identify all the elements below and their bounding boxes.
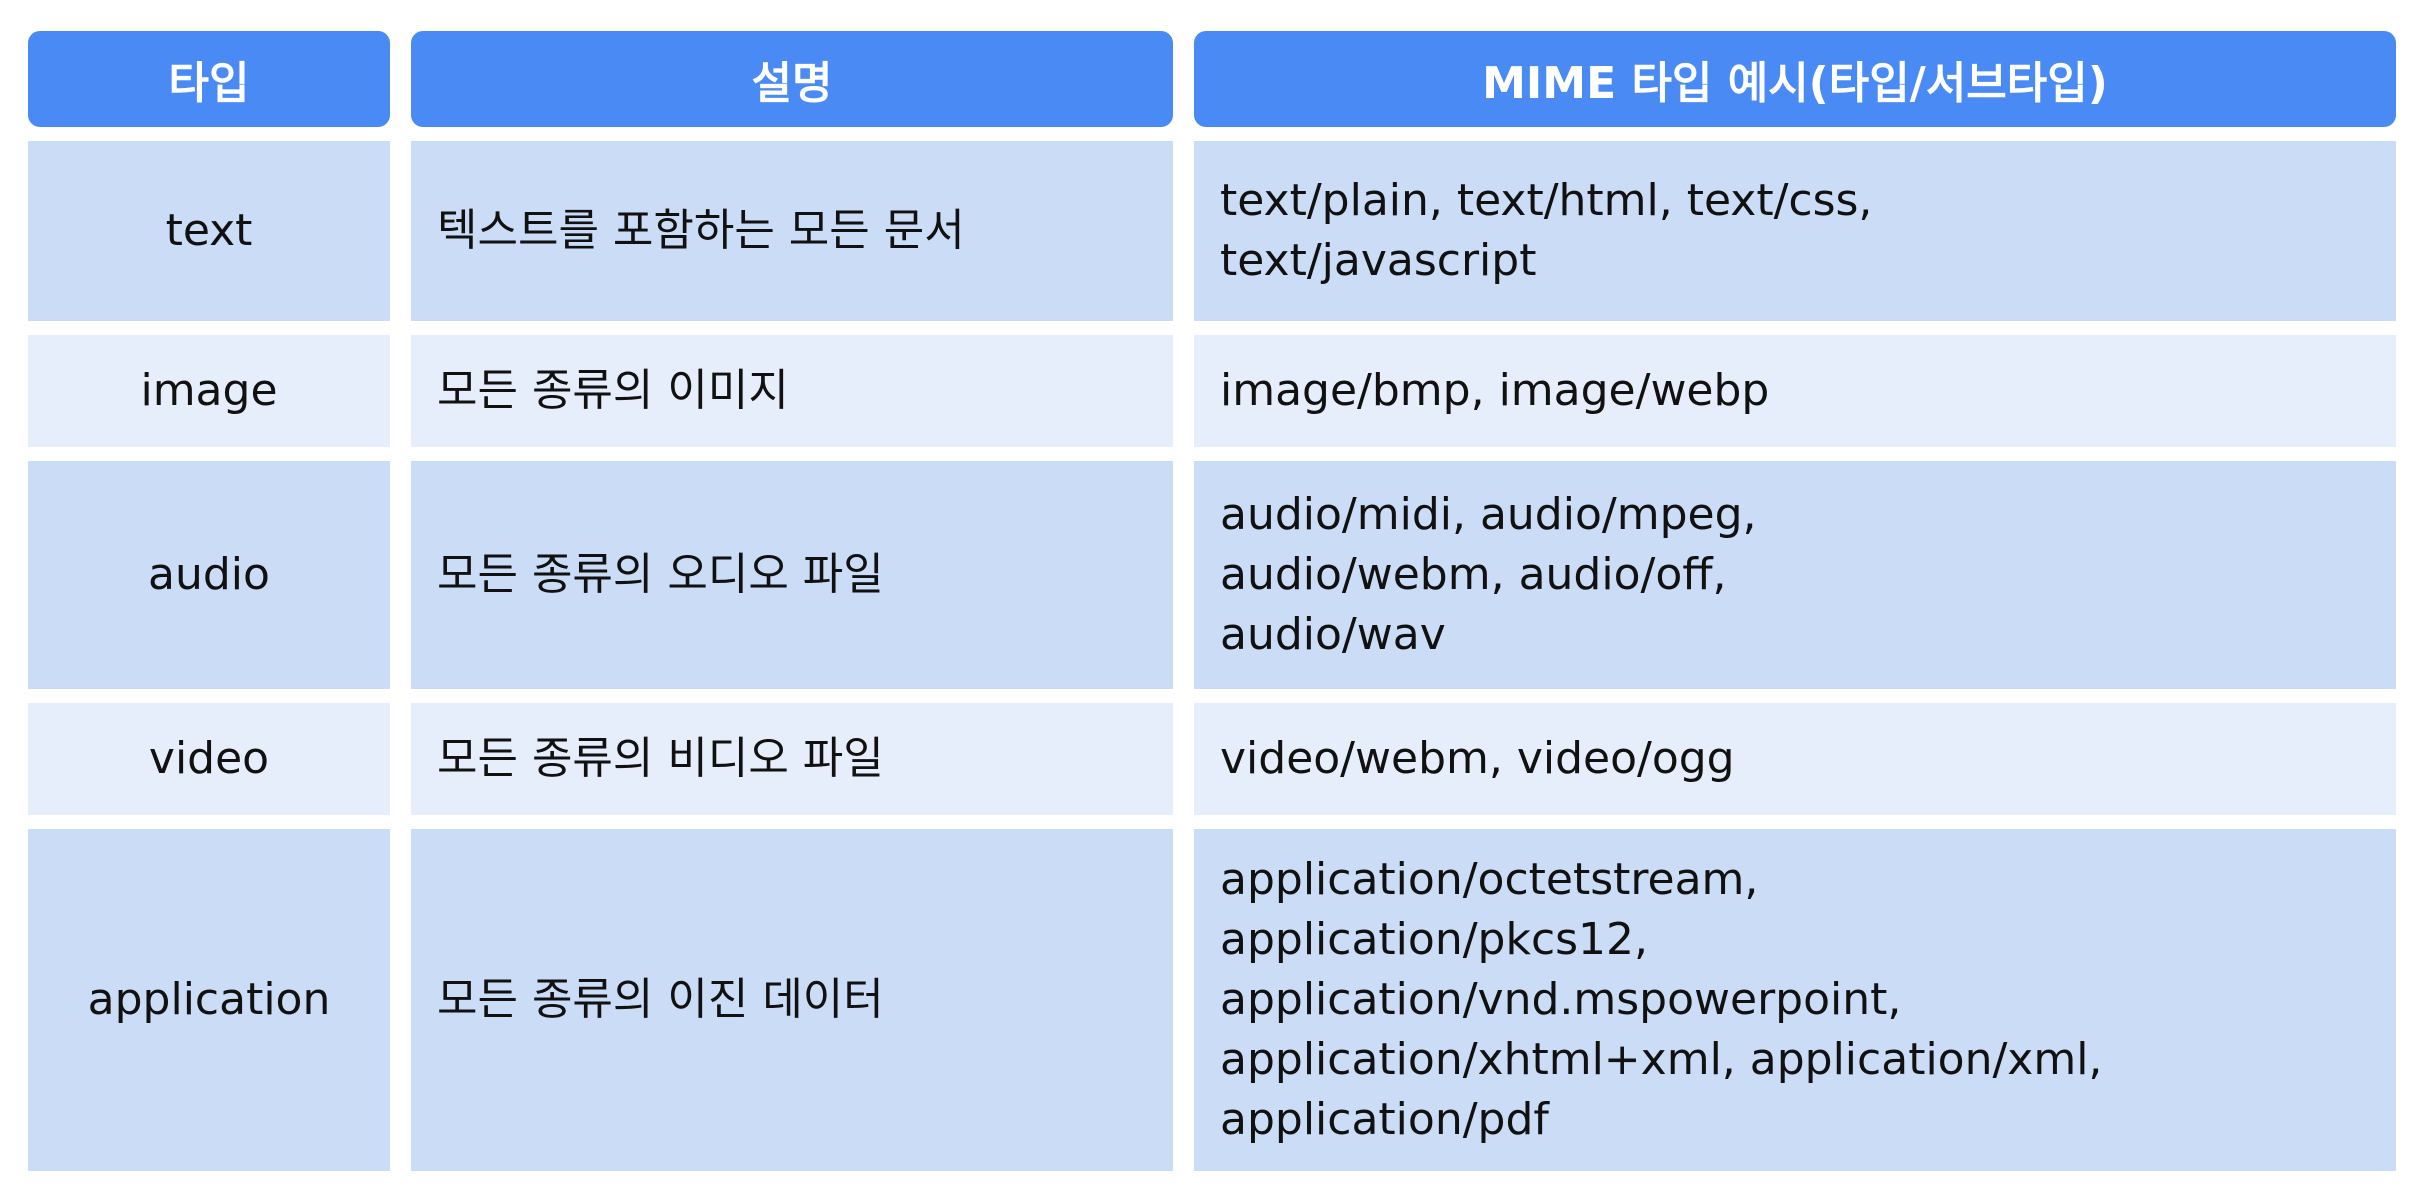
mime-examples-text: audio/midi, audio/mpeg, audio/webm, audi… (1220, 489, 1757, 660)
type-cell: application (28, 829, 390, 1171)
description-cell: 모든 종류의 이진 데이터 (411, 829, 1173, 1171)
description-cell: 모든 종류의 오디오 파일 (411, 461, 1173, 689)
mime-examples-text: image/bmp, image/webp (1220, 365, 1770, 416)
type-cell: text (28, 141, 390, 321)
mime-examples-cell: audio/midi, audio/mpeg, audio/webm, audi… (1194, 461, 2396, 689)
header-description: 설명 (411, 31, 1173, 127)
header-mime-examples: MIME 타입 예시(타입/서브타입) (1194, 31, 2396, 127)
header-type: 타입 (28, 31, 390, 127)
mime-examples-text: application/octetstream, application/pkc… (1220, 854, 2103, 1145)
mime-examples-cell: video/webm, video/ogg (1194, 703, 2396, 815)
mime-examples-text: video/webm, video/ogg (1220, 733, 1735, 784)
description-cell: 모든 종류의 이미지 (411, 335, 1173, 447)
type-cell: audio (28, 461, 390, 689)
description-cell: 텍스트를 포함하는 모든 문서 (411, 141, 1173, 321)
mime-examples-cell: application/octetstream, application/pkc… (1194, 829, 2396, 1171)
mime-type-table: 타입 설명 MIME 타입 예시(타입/서브타입) text 텍스트를 포함하는… (28, 31, 2396, 1185)
mime-examples-cell: image/bmp, image/webp (1194, 335, 2396, 447)
type-cell: image (28, 335, 390, 447)
type-cell: video (28, 703, 390, 815)
mime-examples-text: text/plain, text/html, text/css, text/ja… (1220, 175, 1873, 286)
mime-examples-cell: text/plain, text/html, text/css, text/ja… (1194, 141, 2396, 321)
description-cell: 모든 종류의 비디오 파일 (411, 703, 1173, 815)
